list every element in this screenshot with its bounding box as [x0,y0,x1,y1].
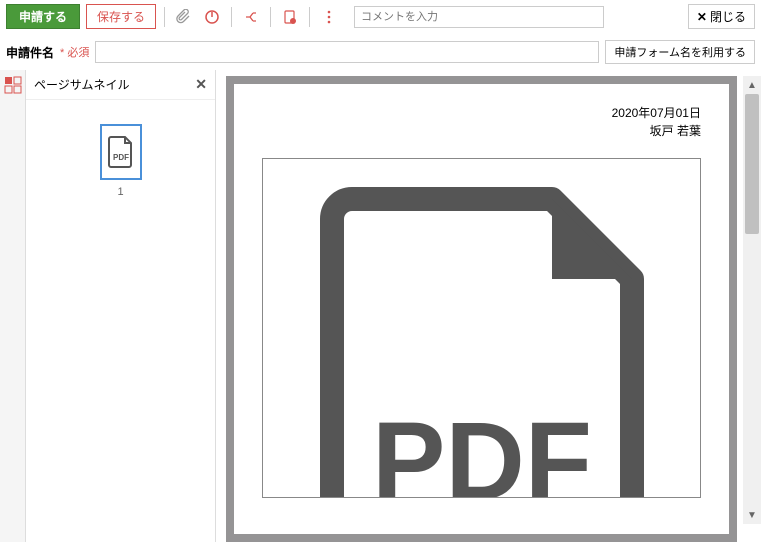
attach-icon[interactable] [173,6,195,28]
subject-row: 申請件名 * 必須 申請フォーム名を利用する [0,34,761,70]
required-marker: * 必須 [60,44,89,60]
main-area: ページサムネイル ✕ PDF 1 2020年07月01日 坂戸 若葉 [0,70,761,542]
divider [231,7,232,27]
close-x-icon: ✕ [697,10,707,24]
pdf-icon: PDF [292,159,672,498]
use-formname-button[interactable]: 申請フォーム名を利用する [605,40,755,64]
page-meta: 2020年07月01日 坂戸 若葉 [262,104,701,140]
side-toggle-bar [0,70,26,542]
viewer-inner: 2020年07月01日 坂戸 若葉 PDF [226,76,737,542]
more-icon[interactable] [318,6,340,28]
branch-icon[interactable] [240,6,262,28]
thumbnail-panel-title: ページサムネイル [34,76,130,93]
subject-label: 申請件名 [6,44,54,61]
thumbnail-toggle-icon[interactable] [4,76,22,94]
divider [270,7,271,27]
document-date: 2020年07月01日 [262,104,701,122]
thumbnail-header: ページサムネイル ✕ [26,70,215,100]
close-label: 閉じる [710,8,746,25]
divider [164,7,165,27]
document-viewer: 2020年07月01日 坂戸 若葉 PDF ▲ ▼ [216,70,761,542]
thumbnail-body: PDF 1 [26,100,215,542]
svg-text:PDF: PDF [372,400,592,498]
thumbnail-panel: ページサムネイル ✕ PDF 1 [26,70,216,542]
comment-input[interactable] [354,6,604,28]
scroll-thumb[interactable] [745,94,759,234]
document-page: 2020年07月01日 坂戸 若葉 PDF [234,84,729,534]
top-toolbar: 申請する 保存する ✕ 閉じる [0,0,761,34]
page-thumbnail[interactable]: PDF [100,124,142,180]
close-button[interactable]: ✕ 閉じる [688,4,755,29]
page-content-frame: PDF [262,158,701,498]
submit-button[interactable]: 申請する [6,4,80,29]
subject-input[interactable] [95,41,599,63]
document-author: 坂戸 若葉 [262,122,701,140]
thumbnail-page-number: 1 [117,186,123,198]
svg-text:PDF: PDF [113,153,129,162]
vertical-scrollbar[interactable]: ▲ ▼ [743,76,761,524]
scroll-up-icon[interactable]: ▲ [743,76,761,94]
scroll-down-icon[interactable]: ▼ [743,506,761,524]
divider [309,7,310,27]
doc-icon[interactable] [279,6,301,28]
power-icon[interactable] [201,6,223,28]
thumbnail-close-icon[interactable]: ✕ [195,76,207,93]
save-button[interactable]: 保存する [86,4,156,29]
